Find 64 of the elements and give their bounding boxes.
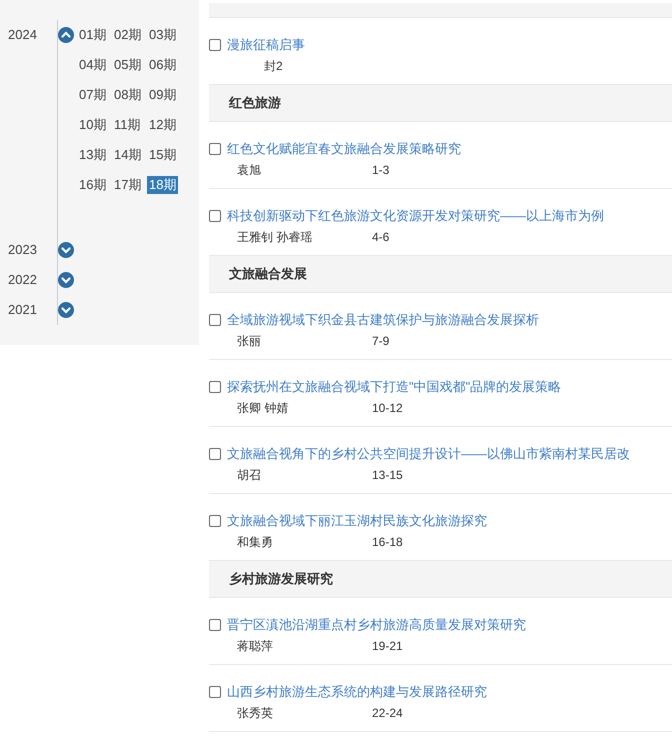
year-label[interactable]: 2021: [0, 295, 58, 325]
author-text: 张秀英: [236, 705, 274, 722]
author-text: 和集勇: [236, 534, 274, 551]
article-title-link[interactable]: 探索抚州在文旅融合视域下打造"中国戏都"品牌的发展策略: [227, 377, 562, 397]
article-title-link[interactable]: 红色文化赋能宜春文旅融合发展策略研究: [227, 139, 461, 159]
checkbox[interactable]: [209, 210, 221, 222]
author-text: 袁旭: [236, 162, 262, 179]
author-text: 蒋聪萍: [236, 638, 274, 655]
issue-link[interactable]: 11期: [112, 116, 142, 134]
section-header: 红色旅游: [209, 85, 672, 122]
page-range: 22-24: [372, 705, 403, 722]
issue-link[interactable]: 10期: [77, 116, 108, 134]
issue-link[interactable]: 08期: [112, 86, 144, 104]
author-text: 张卿 钟婧: [236, 400, 290, 417]
article-title-link[interactable]: 科技创新驱动下红色旅游文化资源开发对策研究——以上海市为例: [227, 206, 604, 226]
page-range: 1-3: [372, 162, 390, 179]
issue-link[interactable]: 13期: [77, 146, 108, 164]
article-title-link[interactable]: 全域旅游视域下织金县古建筑保护与旅游融合发展探析: [227, 310, 539, 330]
author-text: 王雅钊 孙睿瑶: [236, 229, 314, 246]
page-range: 4-6: [372, 229, 390, 246]
page-range: 封2: [263, 58, 283, 75]
author-text: 胡召: [236, 467, 262, 484]
issue-link[interactable]: 15期: [147, 146, 178, 164]
issue-link[interactable]: 14期: [112, 146, 144, 164]
checkbox[interactable]: [209, 39, 221, 51]
checkbox[interactable]: [209, 448, 221, 460]
issue-link[interactable]: 01期: [77, 26, 108, 44]
year-label[interactable]: 2024: [0, 20, 58, 50]
issue-link[interactable]: 17期: [112, 176, 144, 194]
page-range: 10-12: [372, 400, 403, 417]
issue-link[interactable]: 03期: [147, 26, 178, 44]
checkbox[interactable]: [209, 515, 221, 527]
checkbox[interactable]: [209, 686, 221, 698]
expand-icon[interactable]: [58, 272, 74, 288]
page-range: 16-18: [372, 534, 403, 551]
expand-icon[interactable]: [58, 302, 74, 318]
issue-link[interactable]: 02期: [112, 26, 144, 44]
article-title-link[interactable]: 山西乡村旅游生态系统的构建与发展路径研究: [227, 682, 487, 702]
article-title-link[interactable]: 漫旅征稿启事: [227, 35, 305, 55]
checkbox[interactable]: [209, 143, 221, 155]
section-header: 文旅融合发展: [209, 256, 672, 293]
checkbox[interactable]: [209, 619, 221, 631]
section-header: 乡村旅游发展研究: [209, 561, 672, 598]
page-range: 19-21: [372, 638, 403, 655]
checkbox[interactable]: [209, 314, 221, 326]
article-title-link[interactable]: 晋宁区滇池沿湖重点村乡村旅游高质量发展对策研究: [227, 615, 526, 635]
issue-link[interactable]: 04期: [77, 56, 108, 74]
article-title-link[interactable]: 文旅融合视角下的乡村公共空间提升设计——以佛山市紫南村某民居改: [227, 444, 630, 464]
issue-link[interactable]: 09期: [147, 86, 178, 104]
checkbox[interactable]: [209, 381, 221, 393]
page-range: 7-9: [372, 333, 390, 350]
collapse-icon[interactable]: [58, 27, 74, 43]
issue-link[interactable]: 12期: [147, 116, 178, 134]
issue-link[interactable]: 05期: [112, 56, 144, 74]
expand-icon[interactable]: [58, 242, 74, 258]
author-text: 张丽: [236, 333, 262, 350]
issue-link[interactable]: 18期: [147, 176, 178, 194]
article-title-link[interactable]: 文旅融合视域下丽江玉湖村民族文化旅游探究: [227, 511, 487, 531]
issue-link[interactable]: 07期: [77, 86, 108, 104]
page-range: 13-15: [372, 467, 403, 484]
year-label[interactable]: 2023: [0, 235, 58, 265]
issue-link[interactable]: 06期: [147, 56, 178, 74]
year-label[interactable]: 2022: [0, 265, 58, 295]
issue-link[interactable]: 16期: [77, 176, 108, 194]
